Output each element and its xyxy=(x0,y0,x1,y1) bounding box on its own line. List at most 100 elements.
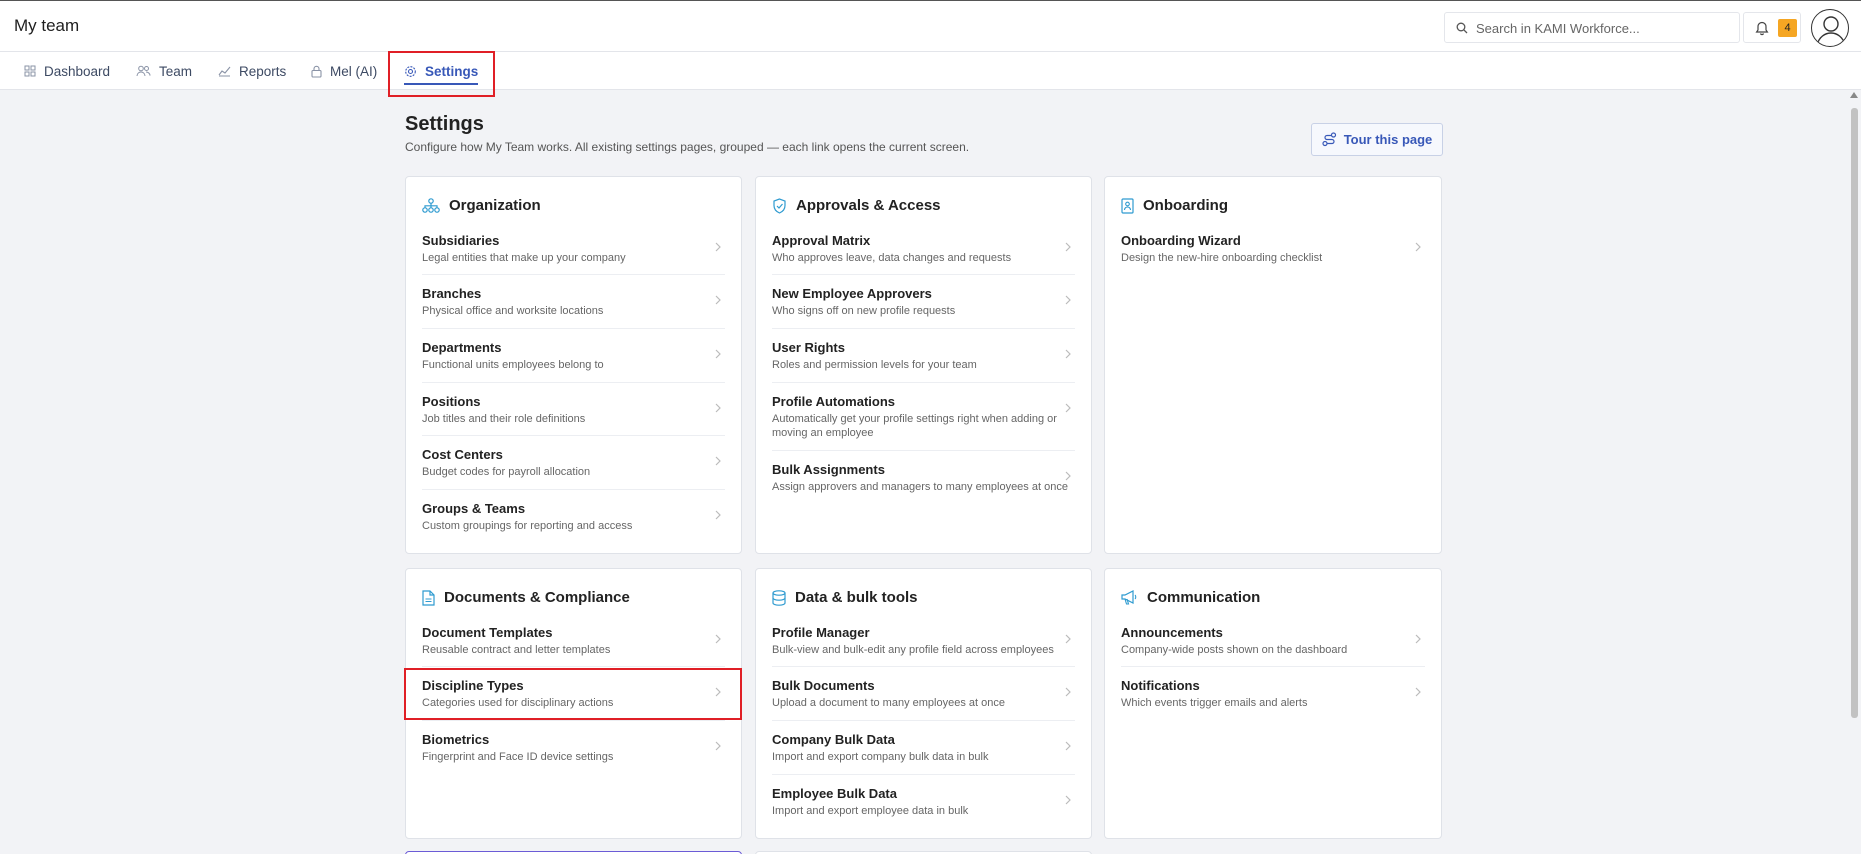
card-title: Communication xyxy=(1147,589,1261,606)
chart-line-icon xyxy=(218,66,231,77)
tab-dashboard[interactable]: Dashboard xyxy=(24,52,110,90)
divider xyxy=(1121,666,1425,667)
link-title: Approval Matrix xyxy=(772,233,871,248)
chevron-right-icon xyxy=(715,456,721,466)
notifications-button[interactable]: 4 xyxy=(1743,12,1801,43)
chevron-right-icon xyxy=(715,349,721,359)
chevron-right-icon xyxy=(715,510,721,520)
lock-icon xyxy=(311,65,322,78)
settings-link-cost-centers[interactable]: Cost Centers Budget codes for payroll all… xyxy=(422,447,725,479)
chevron-right-icon xyxy=(715,295,721,305)
link-description: Fingerprint and Face ID device settings xyxy=(422,751,614,763)
card-header: Onboarding xyxy=(1121,197,1228,214)
divider xyxy=(422,720,725,721)
settings-link-departments[interactable]: Departments Functional units employees be… xyxy=(422,340,725,372)
settings-link-approval-matrix[interactable]: Approval Matrix Who approves leave, data … xyxy=(772,233,1075,265)
chevron-right-icon xyxy=(715,634,721,644)
card-onboarding: Onboarding Onboarding Wizard Design the n… xyxy=(1104,176,1442,554)
settings-link-profile-manager[interactable]: Profile Manager Bulk-view and bulk-edit a… xyxy=(772,625,1075,657)
tour-label: Tour this page xyxy=(1343,132,1433,147)
link-description: Reusable contract and letter templates xyxy=(422,644,611,656)
route-icon xyxy=(1322,132,1336,147)
nav-bar: Dashboard Team Reports Mel (AI) Settings xyxy=(0,52,1861,90)
card-header: Approvals & Access xyxy=(772,197,941,214)
chevron-right-icon xyxy=(1065,295,1071,305)
link-description: Physical office and worksite locations xyxy=(422,305,604,317)
tab-mel-ai[interactable]: Mel (AI) xyxy=(311,52,377,90)
page-subtitle: Configure how My Team works. All existin… xyxy=(405,140,970,154)
settings-link-employee-bulk-data[interactable]: Employee Bulk Data Import and export empl… xyxy=(772,786,1075,818)
tab-team[interactable]: Team xyxy=(136,52,192,90)
tab-reports[interactable]: Reports xyxy=(218,52,286,90)
user-icon xyxy=(1816,16,1846,46)
settings-link-document-templates[interactable]: Document Templates Reusable contract and … xyxy=(422,625,725,657)
id-badge-icon xyxy=(1121,197,1134,214)
link-description: Job titles and their role definitions xyxy=(422,413,586,425)
divider xyxy=(772,328,1075,329)
settings-link-bulk-assignments[interactable]: Bulk Assignments Assign approvers and man… xyxy=(772,462,1075,494)
scrollbar-thumb[interactable] xyxy=(1851,108,1858,718)
link-title: Bulk Assignments xyxy=(772,462,885,477)
link-description: Who signs off on new profile requests xyxy=(772,305,956,317)
settings-link-positions[interactable]: Positions Job titles and their role defin… xyxy=(422,394,725,426)
settings-link-new-employee-approvers[interactable]: New Employee Approvers Who signs off on n… xyxy=(772,286,1075,318)
link-title: User Rights xyxy=(772,340,845,355)
link-title: Profile Manager xyxy=(772,625,870,640)
chevron-right-icon xyxy=(1065,634,1071,644)
settings-link-notifications[interactable]: Notifications Which events trigger emails… xyxy=(1121,678,1425,710)
search-icon xyxy=(1456,22,1468,34)
top-bar: My team 4 xyxy=(0,0,1861,52)
user-avatar[interactable] xyxy=(1811,9,1849,47)
divider xyxy=(422,328,725,329)
divider xyxy=(422,666,725,667)
search-input[interactable] xyxy=(1476,17,1731,39)
link-description: Upload a document to many employees at o… xyxy=(772,697,1005,709)
card-header: Organization xyxy=(422,197,541,214)
chevron-right-icon xyxy=(1065,795,1071,805)
card-data-bulk-tools: Data & bulk tools Profile Manager Bulk-vi… xyxy=(755,568,1092,839)
link-title: Cost Centers xyxy=(422,447,503,462)
shield-check-icon xyxy=(773,197,786,214)
settings-tab-highlight xyxy=(388,51,495,97)
people-icon xyxy=(136,65,151,77)
settings-link-onboarding-wizard[interactable]: Onboarding Wizard Design the new-hire onb… xyxy=(1121,233,1425,265)
link-title: New Employee Approvers xyxy=(772,286,932,301)
settings-link-biometrics[interactable]: Biometrics Fingerprint and Face ID device… xyxy=(422,732,725,764)
link-title: Biometrics xyxy=(422,732,490,747)
card-title: Onboarding xyxy=(1143,197,1228,214)
chevron-right-icon xyxy=(1415,242,1421,252)
settings-link-profile-automations[interactable]: Profile Automations Automatically get you… xyxy=(772,394,1075,440)
link-description: Budget codes for payroll allocation xyxy=(422,466,591,478)
card-title: Approvals & Access xyxy=(796,197,941,214)
link-description: Import and export employee data in bulk xyxy=(772,805,969,817)
link-description: Roles and permission levels for your tea… xyxy=(772,359,977,371)
chevron-right-icon xyxy=(715,403,721,413)
settings-link-branches[interactable]: Branches Physical office and worksite loc… xyxy=(422,286,725,318)
link-description: Automatically get your profile settings … xyxy=(772,413,1057,439)
scroll-up-arrow-icon[interactable] xyxy=(1850,92,1858,98)
divider xyxy=(422,435,725,436)
card-approvals-access: Approvals & Access Approval Matrix Who ap… xyxy=(755,176,1092,554)
link-description: Which events trigger emails and alerts xyxy=(1121,697,1308,709)
divider xyxy=(772,666,1075,667)
page-title: Settings xyxy=(405,113,484,135)
settings-link-announcements[interactable]: Announcements Company-wide posts shown on… xyxy=(1121,625,1425,657)
tour-page-button[interactable]: Tour this page xyxy=(1311,123,1443,156)
card-title: Documents & Compliance xyxy=(444,589,630,606)
search-box[interactable] xyxy=(1444,12,1740,43)
chevron-right-icon xyxy=(1065,471,1071,481)
card-communication: Communication Announcements Company-wide … xyxy=(1104,568,1442,839)
divider xyxy=(422,274,725,275)
database-icon xyxy=(772,589,786,606)
settings-link-bulk-documents[interactable]: Bulk Documents Upload a document to many … xyxy=(772,678,1075,710)
link-title: Announcements xyxy=(1121,625,1223,640)
divider xyxy=(772,774,1075,775)
link-title: Bulk Documents xyxy=(772,678,875,693)
settings-link-user-rights[interactable]: User Rights Roles and permission levels f… xyxy=(772,340,1075,372)
settings-link-subsidiaries[interactable]: Subsidiaries Legal entities that make up … xyxy=(422,233,725,265)
link-description: Bulk-view and bulk-edit any profile fiel… xyxy=(772,644,1054,656)
settings-link-groups-teams[interactable]: Groups & Teams Custom groupings for repor… xyxy=(422,501,725,533)
settings-link-company-bulk-data[interactable]: Company Bulk Data Import and export compa… xyxy=(772,732,1075,764)
link-title: Onboarding Wizard xyxy=(1121,233,1241,248)
tab-label: Dashboard xyxy=(44,63,111,79)
